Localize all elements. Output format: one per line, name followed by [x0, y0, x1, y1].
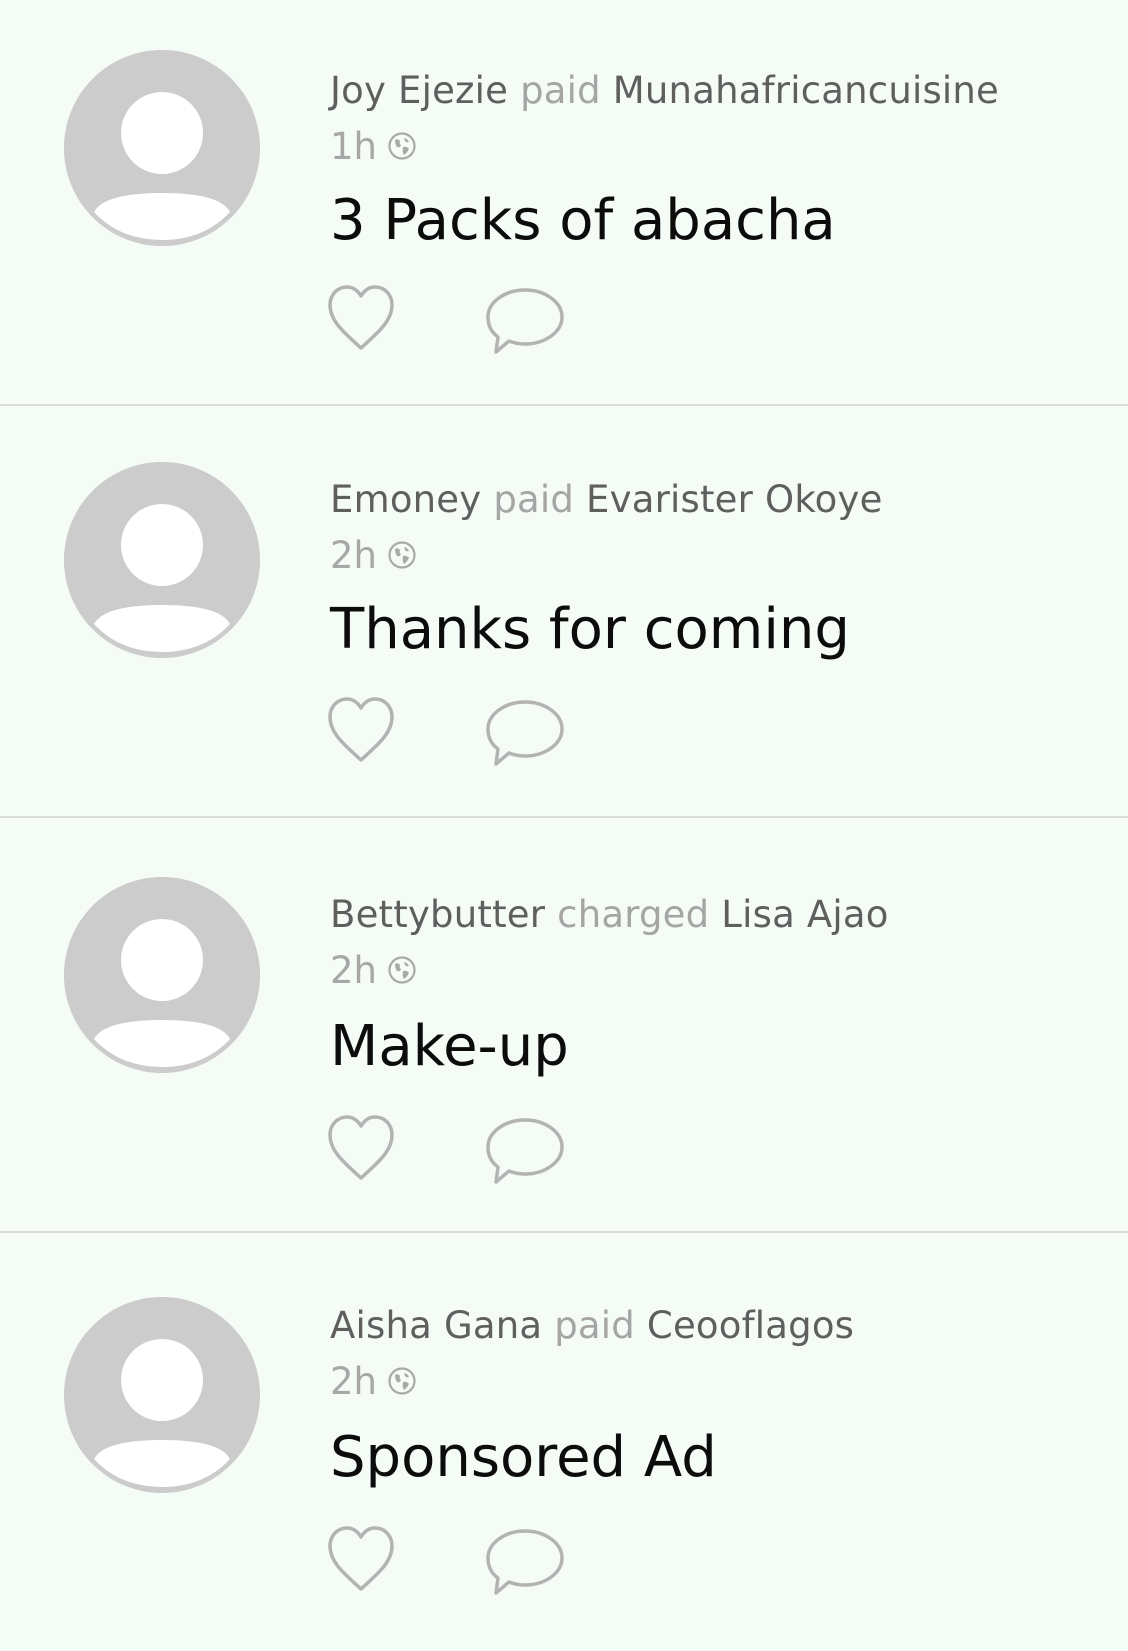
- transaction-summary: Aisha Gana paid Ceooflagos: [330, 1303, 854, 1349]
- heart-icon[interactable]: [326, 1525, 396, 1595]
- user-avatar-icon[interactable]: [64, 50, 260, 246]
- timestamp: 1h: [330, 125, 377, 168]
- timestamp-row: 2h: [330, 948, 417, 994]
- timestamp-row: 1h: [330, 124, 417, 170]
- payment-note: Thanks for coming: [330, 597, 850, 662]
- globe-icon: [388, 955, 416, 984]
- user-avatar-icon[interactable]: [64, 877, 260, 1073]
- comment-icon[interactable]: [484, 1116, 566, 1190]
- target-name[interactable]: Munahafricancuisine: [613, 69, 999, 112]
- target-name[interactable]: Lisa Ajao: [721, 893, 888, 936]
- comment-icon[interactable]: [484, 286, 566, 360]
- user-avatar-icon[interactable]: [64, 1297, 260, 1493]
- transaction-summary: Joy Ejezie paid Munahafricancuisine: [330, 68, 999, 114]
- timestamp: 2h: [330, 1360, 377, 1403]
- timestamp-row: 2h: [330, 533, 417, 579]
- transaction-summary: Emoney paid Evarister Okoye: [330, 477, 883, 523]
- transaction-verb: paid: [554, 1304, 635, 1347]
- transaction-verb: charged: [557, 893, 710, 936]
- feed-item[interactable]: Aisha Gana paid Ceooflagos 2h Sponsored …: [0, 1233, 1128, 1651]
- user-avatar-icon[interactable]: [64, 462, 260, 658]
- transaction-summary: Bettybutter charged Lisa Ajao: [330, 892, 889, 938]
- comment-icon[interactable]: [484, 698, 566, 772]
- feed-item[interactable]: Bettybutter charged Lisa Ajao 2h Make-up: [0, 818, 1128, 1232]
- payment-note: Sponsored Ad: [330, 1425, 717, 1490]
- target-name[interactable]: Evarister Okoye: [586, 478, 883, 521]
- comment-icon[interactable]: [484, 1527, 566, 1601]
- globe-icon: [388, 540, 416, 569]
- heart-icon[interactable]: [326, 1114, 396, 1184]
- heart-icon[interactable]: [326, 284, 396, 354]
- actor-name[interactable]: Joy Ejezie: [330, 69, 508, 112]
- transaction-verb: paid: [520, 69, 601, 112]
- payment-note: Make-up: [330, 1014, 569, 1079]
- feed-item[interactable]: Emoney paid Evarister Okoye 2h Thanks fo…: [0, 406, 1128, 818]
- timestamp: 2h: [330, 534, 377, 577]
- timestamp-row: 2h: [330, 1359, 417, 1405]
- globe-icon: [388, 131, 416, 160]
- payment-note: 3 Packs of abacha: [330, 188, 836, 253]
- timestamp: 2h: [330, 949, 377, 992]
- target-name[interactable]: Ceooflagos: [647, 1304, 854, 1347]
- transaction-verb: paid: [493, 478, 575, 521]
- heart-icon[interactable]: [326, 696, 396, 766]
- actor-name[interactable]: Bettybutter: [330, 893, 545, 936]
- actor-name[interactable]: Emoney: [330, 478, 481, 521]
- globe-icon: [388, 1366, 416, 1395]
- activity-feed: Joy Ejezie paid Munahafricancuisine 1h 3…: [0, 0, 1128, 1651]
- feed-item[interactable]: Joy Ejezie paid Munahafricancuisine 1h 3…: [0, 0, 1128, 405]
- actor-name[interactable]: Aisha Gana: [330, 1304, 542, 1347]
